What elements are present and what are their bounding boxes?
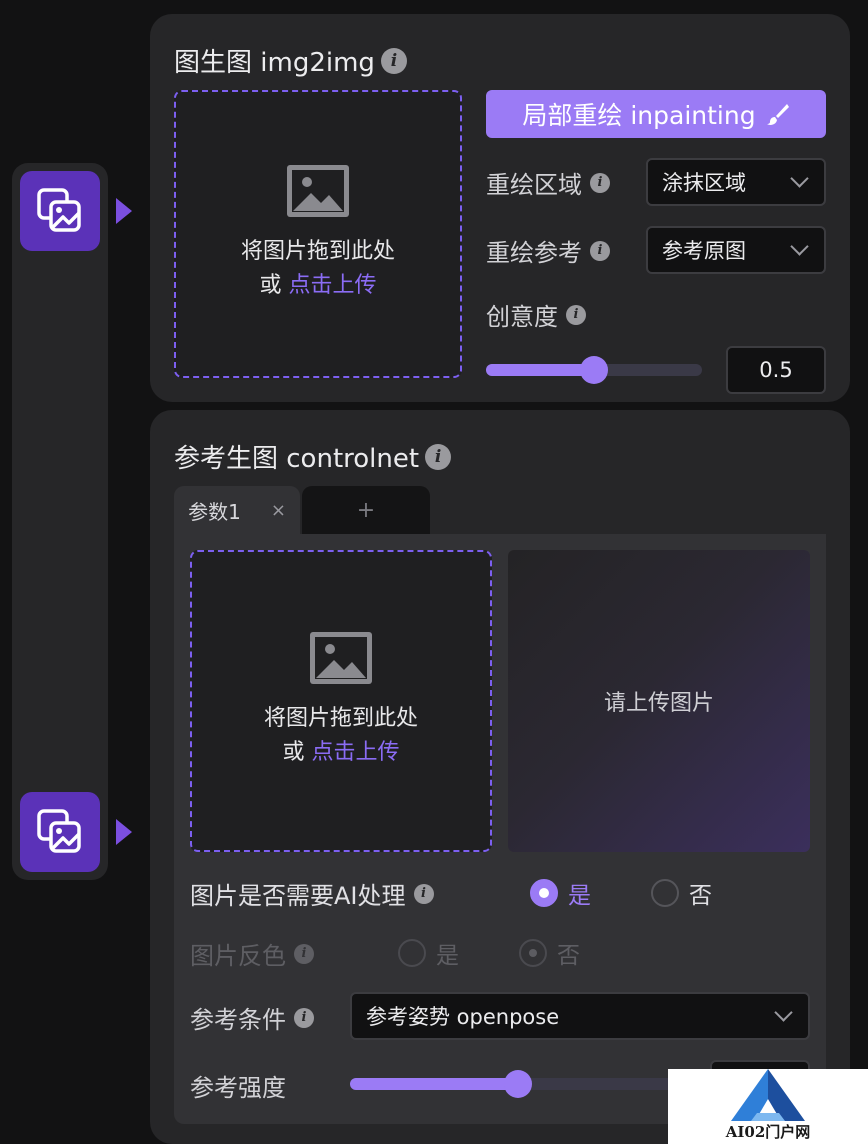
dropzone-or: 或 — [259, 273, 282, 298]
preview-placeholder-text: 请上传图片 — [603, 691, 714, 716]
condition-value: 参考姿势 openpose — [366, 1005, 560, 1029]
inpainting-button-label: 局部重绘 inpainting — [522, 101, 756, 130]
condition-label: 参考条件 i — [190, 1000, 314, 1035]
radio-unselected-icon[interactable] — [398, 939, 426, 967]
close-icon[interactable]: × — [271, 500, 286, 521]
creativity-label: 创意度 i — [486, 297, 586, 332]
invert-label: 图片反色 i — [190, 936, 314, 971]
plus-icon: + — [356, 497, 376, 523]
invert-no[interactable]: 否 — [519, 936, 580, 970]
ai-process-no-label: 否 — [689, 883, 712, 909]
invert-yes-label: 是 — [436, 943, 459, 969]
controlnet-title: 参考生图 controlnet i — [174, 438, 452, 475]
rail-arrow-indicator — [116, 198, 132, 224]
image-placeholder-icon — [310, 632, 372, 684]
radio-selected-icon[interactable] — [530, 879, 558, 907]
watermark-logo — [731, 1069, 805, 1121]
creativity-label-text: 创意度 — [486, 303, 558, 331]
condition-select[interactable]: 参考姿势 openpose — [350, 992, 810, 1040]
image-placeholder-icon — [287, 165, 349, 217]
radio-selected-icon[interactable] — [519, 939, 547, 967]
condition-label-text: 参考条件 — [190, 1006, 286, 1034]
controlnet-dropzone[interactable]: 将图片拖到此处 或 点击上传 — [190, 550, 492, 852]
repaint-area-value: 涂抹区域 — [662, 171, 746, 195]
creativity-value: 0.5 — [759, 358, 793, 382]
watermark-text: AI02门户网 — [725, 1123, 811, 1141]
dropzone-or: 或 — [282, 740, 305, 765]
invert-no-label: 否 — [557, 943, 580, 969]
ai-process-label: 图片是否需要AI处理 i — [190, 876, 434, 911]
strength-label-text: 参考强度 — [190, 1074, 286, 1102]
image-stack-icon — [37, 188, 81, 232]
info-icon[interactable]: i — [590, 240, 610, 261]
dropzone-text: 将图片拖到此处 — [240, 239, 395, 264]
ai-process-no[interactable]: 否 — [651, 876, 712, 910]
invert-label-text: 图片反色 — [190, 942, 286, 970]
inpainting-button[interactable]: 局部重绘 inpainting — [486, 90, 826, 138]
rail-arrow-indicator — [116, 819, 132, 845]
dropzone-text: 将图片拖到此处 — [263, 706, 418, 731]
ai-process-yes[interactable]: 是 — [530, 876, 591, 910]
strength-slider-fill — [350, 1078, 518, 1090]
tab-label: 参数1 — [188, 499, 241, 524]
tab-params-1[interactable]: 参数1 × — [174, 486, 300, 534]
repaint-area-label: 重绘区域 i — [486, 165, 610, 200]
info-icon[interactable]: i — [294, 943, 314, 964]
controlnet-title-text: 参考生图 controlnet — [174, 444, 420, 474]
rail-button-controlnet[interactable] — [20, 792, 100, 872]
dropzone-upload-line: 或 点击上传 — [259, 269, 376, 303]
repaint-ref-value: 参考原图 — [662, 239, 746, 263]
repaint-ref-select[interactable]: 参考原图 — [646, 226, 826, 274]
repaint-area-label-text: 重绘区域 — [486, 171, 582, 199]
brush-icon — [766, 104, 789, 125]
left-rail — [12, 163, 108, 880]
creativity-value-input[interactable]: 0.5 — [726, 346, 826, 394]
info-icon[interactable]: i — [380, 47, 407, 74]
img2img-title-text: 图生图 img2img — [174, 48, 375, 78]
watermark: AI02门户网 — [668, 1069, 868, 1144]
info-icon[interactable]: i — [413, 883, 434, 904]
repaint-ref-label: 重绘参考 i — [486, 233, 610, 268]
creativity-slider-fill — [486, 364, 594, 376]
chevron-down-icon — [774, 1003, 793, 1022]
rail-button-img2img[interactable] — [20, 171, 100, 251]
image-stack-icon — [37, 809, 81, 853]
preview-area: 请上传图片 — [508, 550, 810, 852]
repaint-ref-label-text: 重绘参考 — [486, 239, 582, 267]
strength-slider-thumb[interactable] — [504, 1070, 532, 1098]
tab-add[interactable]: + — [302, 486, 430, 534]
radio-unselected-icon[interactable] — [651, 879, 679, 907]
img2img-title: 图生图 img2img i — [174, 42, 407, 79]
img2img-dropzone[interactable]: 将图片拖到此处 或 点击上传 — [174, 90, 462, 378]
info-icon[interactable]: i — [294, 1007, 314, 1028]
info-icon[interactable]: i — [425, 443, 452, 470]
chevron-down-icon — [790, 169, 809, 188]
upload-link[interactable]: 点击上传 — [289, 273, 377, 298]
ai-process-label-text: 图片是否需要AI处理 — [190, 882, 406, 910]
upload-link[interactable]: 点击上传 — [312, 740, 400, 765]
repaint-area-select[interactable]: 涂抹区域 — [646, 158, 826, 206]
ai-process-yes-label: 是 — [568, 883, 591, 909]
creativity-slider-thumb[interactable] — [580, 356, 608, 384]
strength-label: 参考强度 — [190, 1068, 286, 1103]
info-icon[interactable]: i — [566, 304, 586, 325]
dropzone-upload-line: 或 点击上传 — [282, 736, 399, 770]
invert-yes[interactable]: 是 — [398, 936, 459, 970]
chevron-down-icon — [790, 237, 809, 256]
info-icon[interactable]: i — [590, 172, 610, 193]
